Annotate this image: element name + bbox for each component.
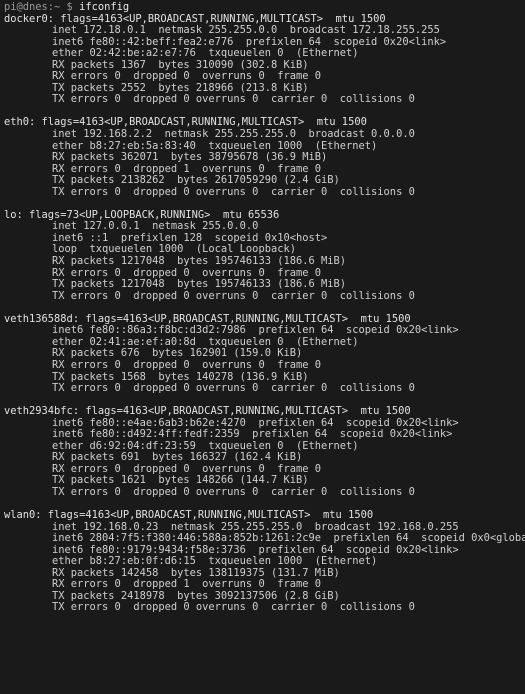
interface-detail-line: RX packets 1217048 bytes 195746133 (186.… [52, 256, 347, 268]
interface-detail-line: inet6 fe80::42:beff:fea2:e776 prefixlen … [52, 36, 447, 48]
interface-detail-line: RX errors 0 dropped 0 overruns 0 frame 0 [52, 359, 321, 371]
interface-detail-line: inet6 ::1 prefixlen 128 scopeid 0x10<hos… [52, 232, 328, 244]
interface-header: veth136588d: flags=4163<UP,BROADCAST,RUN… [4, 313, 411, 325]
prompt-user-host: pi@dnes:~ $ [4, 2, 73, 13]
interface-detail-line: RX errors 0 dropped 0 overruns 0 frame 0 [52, 463, 321, 475]
interface-detail-line: TX errors 0 dropped 0 overruns 0 carrier… [52, 186, 415, 198]
interface-block: lo: flags=73<UP,LOOPBACK,RUNNING> mtu 65… [4, 210, 525, 314]
terminal-window[interactable]: pi@dnes:~ $ ifconfig docker0: flags=4163… [0, 0, 525, 694]
interface-detail-line: inet 172.18.0.1 netmask 255.255.0.0 broa… [52, 25, 440, 37]
interface-detail-line: ether d6:92:04:df:23:59 txqueuelen 0 (Et… [52, 440, 359, 452]
interface-detail-line: TX errors 0 dropped 0 overruns 0 carrier… [52, 602, 415, 614]
interface-detail-line: RX packets 676 bytes 162901 (159.0 KiB) [52, 348, 303, 360]
interface-detail-line: ether 02:42:be:a2:e7:76 txqueuelen 0 (Et… [52, 48, 359, 60]
interface-detail-line: inet 192.168.2.2 netmask 255.255.255.0 b… [52, 129, 415, 141]
interface-header: eth0: flags=4163<UP,BROADCAST,RUNNING,MU… [4, 117, 367, 129]
interface-detail-line: ether b8:27:eb:5a:83:40 txqueuelen 1000 … [52, 140, 378, 152]
command-output: docker0: flags=4163<UP,BROADCAST,RUNNING… [4, 14, 525, 614]
interface-detail-line: RX packets 1367 bytes 310090 (302.8 KiB) [52, 59, 309, 71]
interface-detail-line: TX errors 0 dropped 0 overruns 0 carrier… [52, 94, 415, 106]
interface-detail-line: RX errors 0 dropped 1 overruns 0 frame 0 [52, 579, 321, 591]
interface-detail-line: TX packets 1568 bytes 140278 (136.9 KiB) [52, 371, 309, 383]
interface-detail-line: TX packets 1217048 bytes 195746133 (186.… [52, 279, 347, 291]
interface-block: veth2934bfc: flags=4163<UP,BROADCAST,RUN… [4, 406, 525, 510]
interface-detail-line: ether 02:41:ae:ef:a0:8d txqueuelen 0 (Et… [52, 336, 359, 348]
interface-detail-line: loop txqueuelen 1000 (Local Loopback) [52, 244, 296, 256]
interface-block: docker0: flags=4163<UP,BROADCAST,RUNNING… [4, 14, 525, 118]
interface-detail-line: inet 192.168.0.23 netmask 255.255.255.0 … [52, 521, 459, 533]
interface-block: eth0: flags=4163<UP,BROADCAST,RUNNING,MU… [4, 117, 525, 209]
interface-detail-line: RX errors 0 dropped 0 overruns 0 frame 0 [52, 71, 321, 83]
interface-block: veth136588d: flags=4163<UP,BROADCAST,RUN… [4, 314, 525, 406]
interface-header: veth2934bfc: flags=4163<UP,BROADCAST,RUN… [4, 406, 411, 418]
interface-detail-line: inet6 2804:7f5:f380:446:588a:852b:1261:2… [52, 533, 525, 545]
interface-detail-line: TX packets 2418978 bytes 3092137506 (2.8… [52, 590, 340, 602]
interface-detail-line: RX packets 142458 bytes 138119375 (131.7… [52, 567, 340, 579]
interface-detail-line: TX packets 2138262 bytes 2617059290 (2.4… [52, 175, 340, 187]
interface-header: wlan0: flags=4163<UP,BROADCAST,RUNNING,M… [4, 510, 374, 522]
prompt-command: ifconfig [79, 2, 130, 13]
interface-detail-line: RX packets 691 bytes 166327 (162.4 KiB) [52, 452, 303, 464]
interface-detail-line: TX packets 1621 bytes 148266 (144.7 KiB) [52, 475, 309, 487]
interface-detail-line: inet6 fe80::86a3:f8bc:d3d2:7986 prefixle… [52, 325, 459, 337]
prompt-line: pi@dnes:~ $ ifconfig [4, 2, 525, 14]
interface-block: wlan0: flags=4163<UP,BROADCAST,RUNNING,M… [4, 510, 525, 614]
interface-detail-line: RX errors 0 dropped 1 overruns 0 frame 0 [52, 163, 321, 175]
interface-header: docker0: flags=4163<UP,BROADCAST,RUNNING… [4, 13, 386, 25]
interface-detail-line: TX errors 0 dropped 0 overruns 0 carrier… [52, 290, 415, 302]
interface-detail-line: inet6 fe80::d492:4ff:fedf:2359 prefixlen… [52, 429, 453, 441]
interface-detail-line: TX errors 0 dropped 0 overruns 0 carrier… [52, 383, 415, 395]
interface-detail-line: TX packets 2552 bytes 218966 (213.8 KiB) [52, 82, 309, 94]
interface-detail-line: RX errors 0 dropped 0 overruns 0 frame 0 [52, 267, 321, 279]
interface-detail-line: TX errors 0 dropped 0 overruns 0 carrier… [52, 486, 415, 498]
interface-detail-line: inet6 fe80::9179:9434:f58e:3736 prefixle… [52, 544, 459, 556]
interface-header: lo: flags=73<UP,LOOPBACK,RUNNING> mtu 65… [4, 209, 280, 221]
interface-detail-line: inet6 fe80::e4ae:6ab3:b62e:4270 prefixle… [52, 417, 459, 429]
interface-detail-line: inet 127.0.0.1 netmask 255.0.0.0 [52, 221, 259, 233]
interface-detail-line: ether b8:27:eb:0f:d6:15 txqueuelen 1000 … [52, 556, 378, 568]
interface-detail-line: RX packets 362071 bytes 38795678 (36.9 M… [52, 152, 328, 164]
